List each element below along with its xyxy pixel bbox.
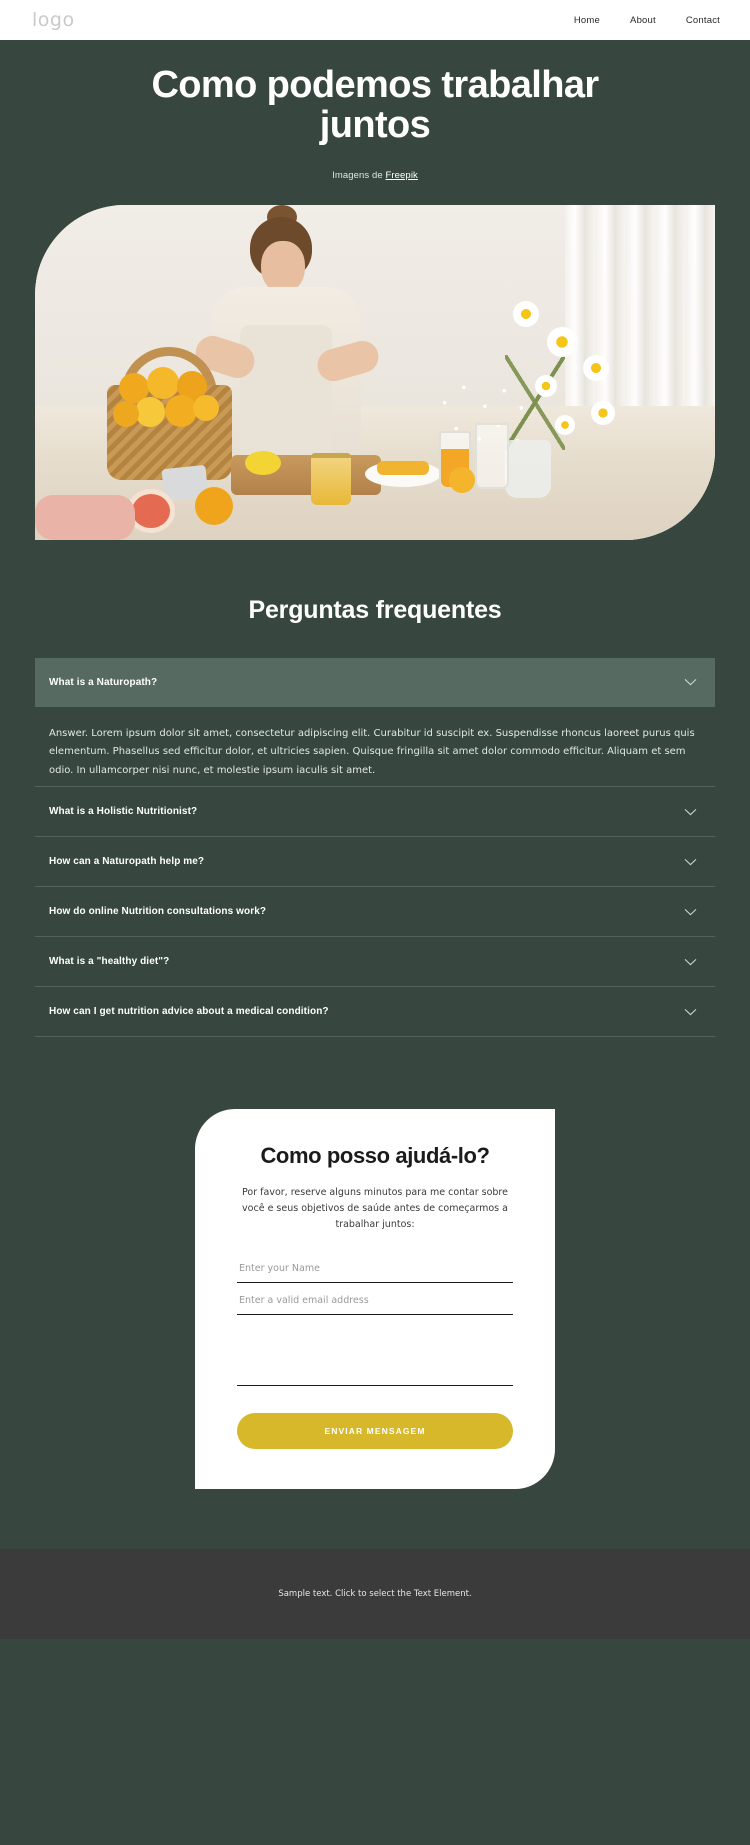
photo-daisy	[583, 354, 609, 381]
faq-title: Perguntas frequentes	[248, 595, 502, 624]
image-credit-prefix: Imagens de	[332, 169, 386, 181]
photo-orange	[165, 394, 197, 427]
photo-daisy	[555, 414, 575, 435]
photo-orange	[147, 366, 179, 399]
hero-photo-illustration	[35, 204, 715, 540]
faq-item-0: What is a Naturopath? Answer. Lorem ipsu…	[35, 657, 715, 787]
nav-item-contact[interactable]: Contact	[686, 15, 720, 26]
photo-flower-stems	[505, 354, 565, 450]
photo-orange	[135, 396, 165, 427]
faq-question-toggle-5[interactable]: How can I get nutrition advice about a m…	[35, 987, 715, 1036]
page-root: logo Home About Contact Como podemos tra…	[0, 0, 750, 1845]
photo-person-face	[261, 240, 305, 293]
message-field-wrap	[237, 1320, 513, 1391]
faq-item-5: How can I get nutrition advice about a m…	[35, 987, 715, 1036]
photo-orange	[449, 466, 475, 493]
nav-item-about[interactable]: About	[630, 15, 656, 26]
main-nav: Home About Contact	[574, 15, 720, 26]
contact-title: Como posso ajudá-lo?	[260, 1143, 490, 1169]
photo-daisy	[591, 400, 615, 425]
message-input[interactable]	[237, 1320, 513, 1387]
faq-question-toggle-4[interactable]: What is a "healthy diet"?	[35, 937, 715, 986]
footer-text[interactable]: Sample text. Click to select the Text El…	[278, 1589, 471, 1599]
site-header: logo Home About Contact	[0, 0, 750, 40]
logo[interactable]: logo	[32, 9, 75, 31]
contact-card: Como posso ajudá-lo? Por favor, reserve …	[195, 1109, 555, 1490]
photo-jar	[311, 452, 351, 505]
chevron-down-icon[interactable]	[684, 678, 697, 686]
freepik-link[interactable]: Freepik	[386, 170, 418, 181]
chevron-down-icon[interactable]	[684, 958, 697, 966]
hero-section: Como podemos trabalhar juntos Imagens de…	[0, 40, 750, 181]
photo-lemon	[245, 450, 281, 475]
photo-vase	[505, 439, 551, 498]
nav-item-home[interactable]: Home	[574, 15, 600, 26]
faq-question-label: How can I get nutrition advice about a m…	[49, 1006, 329, 1018]
name-field-wrap	[237, 1256, 513, 1284]
photo-daisy	[535, 374, 557, 397]
photo-cloth	[35, 494, 135, 540]
photo-daisy	[513, 300, 539, 327]
chevron-down-icon[interactable]	[684, 808, 697, 816]
faq-question-label: How can a Naturopath help me?	[49, 856, 205, 868]
photo-orange	[193, 394, 219, 421]
name-input[interactable]	[237, 1256, 513, 1284]
contact-subtitle: Por favor, reserve alguns minutos para m…	[242, 1187, 508, 1230]
faq-question-toggle-2[interactable]: How can a Naturopath help me?	[35, 837, 715, 886]
faq-question-label: What is a Holistic Nutritionist?	[49, 806, 198, 818]
hero-image	[35, 204, 715, 540]
chevron-down-icon[interactable]	[684, 1008, 697, 1016]
contact-section: Como posso ajudá-lo? Por favor, reserve …	[0, 1037, 750, 1490]
site-footer: Sample text. Click to select the Text El…	[0, 1549, 750, 1640]
photo-plate-food	[377, 460, 429, 475]
chevron-down-icon[interactable]	[684, 908, 697, 916]
faq-section: Perguntas frequentes What is a Naturopat…	[0, 540, 750, 1038]
faq-question-toggle-0[interactable]: What is a Naturopath?	[35, 657, 715, 707]
faq-question-toggle-3[interactable]: How do online Nutrition consultations wo…	[35, 887, 715, 936]
faq-question-label: What is a Naturopath?	[49, 676, 158, 688]
faq-question-label: How do online Nutrition consultations wo…	[49, 906, 267, 918]
faq-item-2: How can a Naturopath help me?	[35, 837, 715, 886]
page-title: Como podemos trabalhar juntos	[151, 64, 599, 146]
faq-question-toggle-1[interactable]: What is a Holistic Nutritionist?	[35, 787, 715, 836]
email-field-wrap	[237, 1288, 513, 1316]
photo-glass	[475, 422, 509, 489]
send-message-button[interactable]: ENVIAR MENSAGEM	[237, 1413, 513, 1450]
faq-question-label: What is a "healthy diet"?	[49, 956, 170, 968]
faq-answer-0: Answer. Lorem ipsum dolor sit amet, cons…	[49, 727, 695, 776]
photo-orange	[113, 400, 139, 427]
faq-item-3: How do online Nutrition consultations wo…	[35, 887, 715, 936]
faq-item-1: What is a Holistic Nutritionist?	[35, 787, 715, 836]
photo-orange	[195, 486, 233, 525]
photo-daisy	[547, 326, 577, 357]
email-input[interactable]	[237, 1288, 513, 1316]
image-credit: Imagens de Freepik	[0, 170, 750, 181]
faq-item-4: What is a "healthy diet"?	[35, 937, 715, 986]
chevron-down-icon[interactable]	[684, 858, 697, 866]
